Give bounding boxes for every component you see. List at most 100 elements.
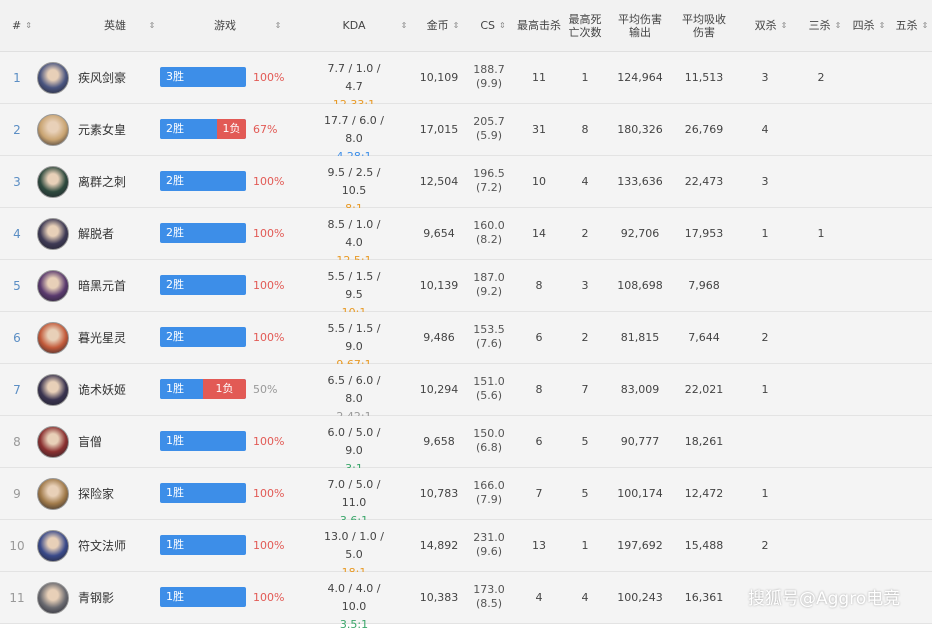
hero-avatar[interactable] [37, 62, 69, 94]
col-penta-label: 五杀 [895, 19, 918, 32]
table-row[interactable]: 6 暮光星灵 2胜 100% 5.5 / 1.5 / 9.0 9.67:1 9,… [0, 312, 932, 371]
double-kills-value: 3 [761, 71, 769, 84]
col-games-header[interactable]: 游戏 [190, 0, 260, 51]
sort-arrows-icon[interactable]: ⇕ [149, 19, 156, 32]
double-kills-value: 3 [761, 175, 769, 188]
rank-number: 11 [9, 590, 25, 605]
kda-values: 7.7 / 1.0 / 4.7 [327, 62, 381, 93]
col-dmg-taken-header[interactable]: 平均吸收伤害 [676, 0, 732, 51]
col-double-header[interactable]: 双杀 ⇕ [746, 0, 796, 51]
quadra-kills-value [848, 52, 890, 103]
win-rate: 100% [253, 487, 285, 500]
table-row[interactable]: 10 符文法师 1胜 100% 13.0 / 1.0 / 5.0 18:1 14… [0, 520, 932, 579]
col-games-sort[interactable]: ⇕ [266, 0, 286, 51]
win-loss-bar: 1胜 [160, 587, 246, 607]
max-deaths-value: 5 [581, 435, 589, 448]
table-row[interactable]: 1 疾风剑豪 3胜 100% 7.7 / 1.0 / 4.7 12.33:1 1… [0, 52, 932, 111]
sort-arrows-icon[interactable]: ⇕ [25, 19, 32, 32]
dmg-dealt-value: 124,964 [617, 71, 663, 84]
table-row[interactable]: 4 解脱者 2胜 100% 8.5 / 1.0 / 4.0 12.5:1 9,6… [0, 208, 932, 267]
sort-arrows-icon[interactable]: ⇕ [835, 19, 842, 32]
quadra-kills-value [848, 312, 890, 363]
max-kills-value: 8 [535, 383, 543, 396]
hero-name[interactable]: 符文法师 [78, 520, 126, 571]
hero-avatar[interactable] [37, 166, 69, 198]
max-deaths-value: 5 [581, 487, 589, 500]
hero-avatar[interactable] [37, 530, 69, 562]
kda-values: 4.0 / 4.0 / 10.0 [327, 582, 381, 613]
table-row[interactable]: 9 探险家 1胜 100% 7.0 / 5.0 / 11.0 3.6:1 10,… [0, 468, 932, 527]
sort-arrows-icon[interactable]: ⇕ [879, 19, 886, 32]
table-row[interactable]: 8 盲僧 1胜 100% 6.0 / 5.0 / 9.0 3:1 9,658 1… [0, 416, 932, 475]
sort-arrows-icon[interactable]: ⇕ [922, 19, 929, 32]
col-kda-header[interactable]: KDA [324, 0, 384, 51]
max-deaths-value: 1 [581, 71, 589, 84]
hero-name[interactable]: 青钢影 [78, 572, 114, 623]
triple-kills-value [796, 416, 846, 467]
dmg-taken-value: 12,472 [684, 487, 724, 500]
hero-name[interactable]: 元素女皇 [78, 104, 126, 155]
penta-kills-value [892, 156, 932, 207]
max-deaths-value: 7 [581, 383, 589, 396]
table-row[interactable]: 3 离群之刺 2胜 100% 9.5 / 2.5 / 10.5 8:1 12,5… [0, 156, 932, 215]
double-kills-value: 4 [761, 123, 769, 136]
hero-name[interactable]: 暮光星灵 [78, 312, 126, 363]
hero-avatar[interactable] [37, 218, 69, 250]
cs-block: 188.7 (9.9) [470, 63, 508, 91]
sort-arrows-icon[interactable]: ⇕ [275, 19, 282, 32]
col-max-deaths-header[interactable]: 最高死亡次数 [564, 0, 606, 51]
sort-arrows-icon[interactable]: ⇕ [401, 19, 408, 32]
losses-segment: 1负 [203, 379, 246, 399]
win-rate: 100% [253, 71, 285, 84]
hero-name[interactable]: 疾风剑豪 [78, 52, 126, 103]
col-hero-sort[interactable]: ⇕ [140, 0, 160, 51]
table-row[interactable]: 5 暗黑元首 2胜 100% 5.5 / 1.5 / 9.5 10:1 10,1… [0, 260, 932, 319]
col-penta-header[interactable]: 五杀 ⇕ [892, 0, 932, 51]
hero-avatar[interactable] [37, 374, 69, 406]
col-rank-header[interactable]: # ⇕ [8, 0, 36, 51]
hero-avatar[interactable] [37, 478, 69, 510]
hero-avatar[interactable] [37, 114, 69, 146]
col-cs-header[interactable]: CS ⇕ [474, 0, 512, 51]
double-kills-value: 2 [761, 539, 769, 552]
table-row[interactable]: 7 诡术妖姬 1胜 1负 50% 6.5 / 6.0 / 8.0 2.42:1 … [0, 364, 932, 423]
win-rate: 100% [253, 227, 285, 240]
gold-value: 10,139 [419, 279, 459, 292]
col-quadra-header[interactable]: 四杀 ⇕ [848, 0, 890, 51]
hero-avatar[interactable] [37, 270, 69, 302]
col-max-kills-header[interactable]: 最高击杀 [514, 0, 564, 51]
dmg-taken-value: 18,261 [684, 435, 724, 448]
col-dmg-dealt-header[interactable]: 平均伤害输出 [612, 0, 668, 51]
cs-block: 205.7 (5.9) [470, 115, 508, 143]
cs-value: 173.0 [473, 583, 505, 596]
sort-arrows-icon[interactable]: ⇕ [499, 19, 506, 32]
cs-value: 166.0 [473, 479, 505, 492]
wins-segment: 2胜 [160, 119, 217, 139]
hero-name[interactable]: 离群之刺 [78, 156, 126, 207]
col-triple-header[interactable]: 三杀 ⇕ [800, 0, 850, 51]
double-kills-value: 1 [761, 487, 769, 500]
cs-per-min: (6.8) [475, 441, 503, 454]
hero-name[interactable]: 探险家 [78, 468, 114, 519]
sort-arrows-icon[interactable]: ⇕ [781, 19, 788, 32]
double-kills-value: 1 [761, 227, 769, 240]
hero-avatar[interactable] [37, 582, 69, 614]
hero-name[interactable]: 诡术妖姬 [78, 364, 126, 415]
col-kda-sort[interactable]: ⇕ [392, 0, 412, 51]
gold-value: 10,109 [419, 71, 459, 84]
col-gold-header[interactable]: 金币 ⇕ [418, 0, 468, 51]
hero-avatar[interactable] [37, 322, 69, 354]
wins-segment: 2胜 [160, 223, 246, 243]
max-kills-value: 6 [535, 435, 543, 448]
table-row[interactable]: 2 元素女皇 2胜 1负 67% 17.7 / 6.0 / 8.0 4.28:1… [0, 104, 932, 163]
cs-block: 196.5 (7.2) [470, 167, 508, 195]
wins-segment: 1胜 [160, 379, 203, 399]
kda-values: 5.5 / 1.5 / 9.0 [327, 322, 381, 353]
hero-name[interactable]: 盲僧 [78, 416, 102, 467]
triple-kills-value [796, 260, 846, 311]
hero-name[interactable]: 暗黑元首 [78, 260, 126, 311]
sort-arrows-icon[interactable]: ⇕ [453, 19, 460, 32]
triple-kills-value [796, 104, 846, 155]
hero-avatar[interactable] [37, 426, 69, 458]
hero-name[interactable]: 解脱者 [78, 208, 114, 259]
